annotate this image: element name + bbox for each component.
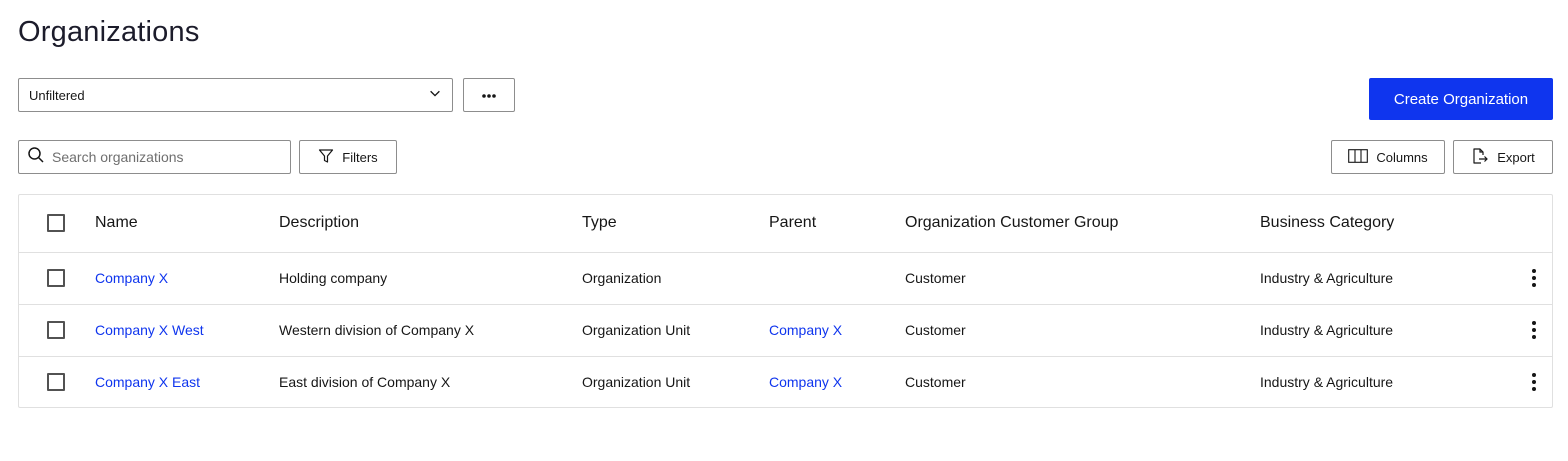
column-header-type[interactable]: Type: [582, 195, 769, 252]
search-box: [18, 140, 291, 174]
page-title: Organizations: [18, 16, 200, 48]
description-cell: Holding company: [279, 270, 388, 286]
row-overflow-menu-icon[interactable]: [1522, 264, 1546, 292]
export-button[interactable]: Export: [1453, 140, 1553, 174]
filters-button[interactable]: Filters: [299, 140, 397, 174]
chevron-down-icon: [428, 86, 442, 105]
table-row: Company X East East division of Company …: [19, 356, 1552, 408]
table-row: Company X Holding company Organization C…: [19, 252, 1552, 304]
create-organization-button[interactable]: Create Organization: [1369, 78, 1553, 120]
business-category-cell: Industry & Agriculture: [1260, 322, 1394, 338]
overflow-horizontal-icon: [481, 86, 497, 104]
filters-label: Filters: [342, 149, 378, 165]
row-overflow-menu-icon[interactable]: [1522, 316, 1546, 344]
customer-group-cell: Customer: [905, 322, 966, 338]
parent-link[interactable]: Company X: [769, 322, 842, 338]
customer-group-cell: Customer: [905, 374, 966, 391]
export-icon: [1471, 147, 1489, 168]
description-cell: Western division of Company X: [279, 322, 475, 338]
columns-button[interactable]: Columns: [1331, 140, 1445, 174]
filter-icon: [318, 148, 334, 167]
column-header-description[interactable]: Description: [279, 195, 582, 252]
columns-icon: [1348, 148, 1369, 166]
type-cell: Organization: [582, 270, 662, 286]
organizations-table: Name Description Type Parent Organizatio…: [18, 194, 1553, 408]
type-cell: Organization Unit: [582, 374, 691, 391]
row-checkbox[interactable]: [47, 321, 65, 339]
row-checkbox[interactable]: [47, 373, 65, 392]
filter-select[interactable]: Unfiltered: [18, 78, 453, 112]
search-icon: [27, 146, 45, 169]
customer-group-cell: Customer: [905, 270, 966, 286]
column-header-parent[interactable]: Parent: [769, 195, 905, 252]
more-options-button[interactable]: [463, 78, 515, 112]
row-checkbox[interactable]: [47, 269, 65, 287]
organization-name-link[interactable]: Company X: [95, 270, 168, 286]
table-row: Company X West Western division of Compa…: [19, 304, 1552, 356]
select-all-checkbox[interactable]: [47, 214, 65, 233]
table-header-row: Name Description Type Parent Organizatio…: [19, 195, 1552, 252]
column-header-business-category[interactable]: Business Category: [1260, 195, 1510, 252]
parent-link[interactable]: Company X: [769, 374, 842, 390]
search-input[interactable]: [52, 149, 272, 165]
columns-label: Columns: [1376, 149, 1428, 165]
organizations-page: Organizations Unfiltered Create Organiza…: [0, 0, 1568, 461]
organization-name-link[interactable]: Company X East: [95, 374, 200, 390]
organization-name-link[interactable]: Company X West: [95, 322, 204, 338]
description-cell: East division of Company X: [279, 374, 451, 391]
business-category-cell: Industry & Agriculture: [1260, 374, 1394, 391]
row-overflow-menu-icon[interactable]: [1522, 368, 1546, 396]
business-category-cell: Industry & Agriculture: [1260, 270, 1394, 286]
column-header-name[interactable]: Name: [95, 195, 279, 252]
column-header-customer-group[interactable]: Organization Customer Group: [905, 195, 1260, 252]
export-label: Export: [1497, 149, 1535, 165]
filter-select-value: Unfiltered: [29, 87, 85, 103]
type-cell: Organization Unit: [582, 322, 691, 338]
